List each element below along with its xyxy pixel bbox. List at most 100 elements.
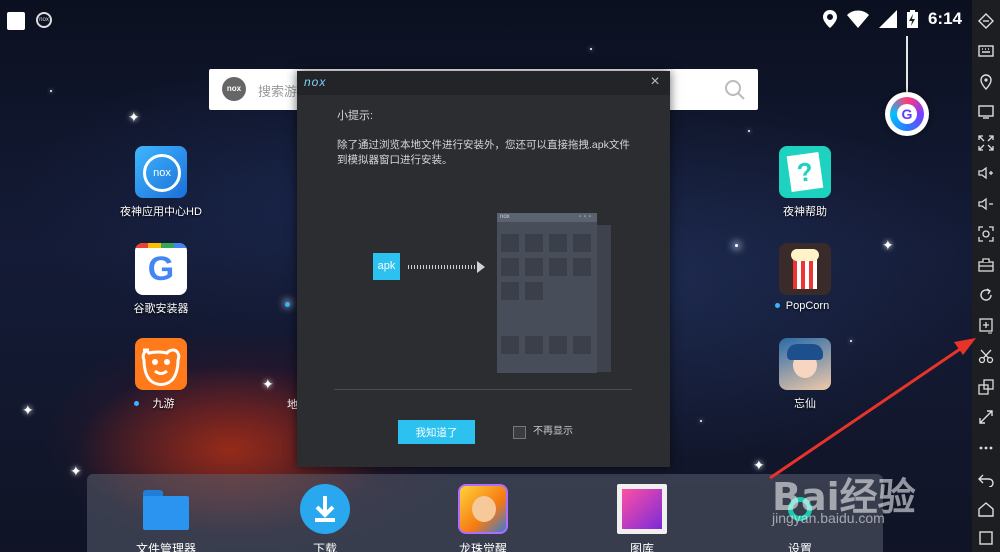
grid-cell <box>501 258 519 276</box>
volume-down-icon[interactable] <box>976 194 996 214</box>
new-app-dot <box>133 401 139 406</box>
rotate-icon[interactable] <box>976 285 996 305</box>
grid-cell <box>501 336 519 354</box>
sparkle: ✦ <box>262 376 274 392</box>
resize-icon[interactable] <box>976 407 996 427</box>
jiuyou-icon <box>135 338 187 390</box>
app-nox-app-center[interactable]: nox 夜神应用中心HD <box>106 146 216 219</box>
app-label: 夜神帮助 <box>783 206 827 218</box>
drag-arrow-head <box>477 261 485 273</box>
battery-charging-icon <box>906 10 918 28</box>
app-label: PopCorn <box>785 300 830 312</box>
dock-item-file-manager[interactable]: 文件管理器 <box>116 484 216 552</box>
floating-button-ring: G <box>890 97 924 131</box>
dock-label: 下载 <box>312 542 337 552</box>
grid-cell <box>525 336 543 354</box>
multi-window-icon[interactable] <box>976 377 996 397</box>
new-app-dot <box>285 302 290 307</box>
app-label: 夜神应用中心HD <box>120 206 202 218</box>
g-letter: G <box>897 104 917 124</box>
install-apk-icon[interactable] <box>976 316 996 336</box>
dialog-logo: nox <box>304 75 327 89</box>
app-nox-help[interactable]: ? 夜神帮助 <box>750 146 860 219</box>
dock-label: 龙珠觉醒 <box>458 542 507 552</box>
grid-cell <box>573 258 591 276</box>
drag-apk-illustration: apk nox ▫▫▫ <box>373 213 613 373</box>
star <box>748 130 750 132</box>
got-it-button[interactable]: 我知道了 <box>398 420 475 444</box>
app-label-row: 九游 <box>106 395 216 411</box>
star <box>735 244 738 247</box>
volume-up-icon[interactable] <box>976 163 996 183</box>
app-jiuyou[interactable]: 九游 <box>106 338 216 411</box>
grid-cell <box>501 282 519 300</box>
google-g-glyph: G <box>147 250 175 288</box>
popcorn-icon <box>779 243 831 295</box>
wangxian-icon <box>779 338 831 390</box>
back-icon[interactable] <box>976 469 996 489</box>
dock-label: 文件管理器 <box>135 542 196 552</box>
dock-item-dragon-ball[interactable]: 龙珠觉醒 <box>433 484 533 552</box>
signal-icon <box>878 10 897 28</box>
expand-icon[interactable] <box>976 133 996 153</box>
window-bar: nox ▫▫▫ <box>497 213 597 222</box>
app-popcorn[interactable]: PopCorn <box>750 243 860 312</box>
dock-item-download[interactable]: 下载 <box>275 484 375 552</box>
more-icon[interactable] <box>976 438 996 458</box>
android-status-bar: nox 6:14 <box>0 0 972 40</box>
google-g-icon: G <box>135 243 187 295</box>
home-icon[interactable] <box>976 499 996 519</box>
nox-help-icon: ? <box>779 146 831 198</box>
app-google-installer[interactable]: G 谷歌安装器 <box>106 243 216 316</box>
close-icon[interactable]: × <box>646 73 664 91</box>
floating-button-tether <box>906 36 908 92</box>
location-icon[interactable] <box>976 72 996 92</box>
nox-notification-icon: nox <box>36 12 52 28</box>
dock-item-gallery[interactable]: 图库 <box>592 484 692 552</box>
keyboard-icon[interactable] <box>976 41 996 61</box>
grid-cell <box>549 258 567 276</box>
sparkle: ✦ <box>70 463 82 479</box>
grid-cell <box>573 336 591 354</box>
nox-app-center-icon: nox <box>135 146 187 198</box>
drag-arrow-line <box>408 265 478 269</box>
recent-apps-icon[interactable] <box>976 528 996 548</box>
dont-show-again-checkbox[interactable] <box>513 426 526 439</box>
nox-logo-icon: nox <box>222 77 246 101</box>
app-label: 九游 <box>152 398 175 410</box>
window-logo: nox <box>500 214 510 220</box>
screen-icon[interactable] <box>976 102 996 122</box>
install-tip-dialog: nox × 小提示: 除了通过浏览本地文件进行安装外，您还可以直接拖拽.apk文… <box>297 71 670 467</box>
grid-cell <box>549 234 567 252</box>
wifi-icon <box>846 10 869 28</box>
location-pin-icon <box>822 10 837 28</box>
search-icon[interactable] <box>724 79 746 101</box>
scissors-icon[interactable] <box>976 346 996 366</box>
fullscreen-diamond-icon[interactable] <box>976 11 996 31</box>
dragon-ball-game-icon <box>458 484 508 534</box>
app-label: 谷歌安装器 <box>133 303 189 315</box>
watermark-url: jingyan.baidu.com <box>772 510 885 526</box>
dialog-titlebar: nox × <box>297 71 670 95</box>
star <box>590 48 592 50</box>
nox-logo-text: nox <box>143 154 181 192</box>
sparkle: ✦ <box>128 109 140 125</box>
dont-show-again-label[interactable]: 不再显示 <box>533 426 573 438</box>
toolbox-icon[interactable] <box>976 255 996 275</box>
dock-label: 图库 <box>629 542 654 552</box>
floating-assistant-button[interactable]: G <box>885 92 929 136</box>
grid-cell <box>549 336 567 354</box>
star <box>700 420 702 422</box>
screenshot-icon[interactable] <box>976 224 996 244</box>
tip-title: 小提示: <box>337 110 374 122</box>
star <box>50 90 52 92</box>
gallery-icon <box>617 484 667 534</box>
folder-icon <box>141 484 191 534</box>
grid-cell <box>573 234 591 252</box>
notification-square-icon <box>7 12 25 30</box>
clock: 6:14 <box>927 9 962 28</box>
dialog-divider <box>334 389 632 390</box>
app-wangxian[interactable]: 忘仙 <box>750 338 860 411</box>
emulator-side-toolbar <box>972 0 1000 552</box>
tip-body: 除了通过浏览本地文件进行安装外，您还可以直接拖拽.apk文件到模拟器窗口进行安装… <box>337 139 630 166</box>
